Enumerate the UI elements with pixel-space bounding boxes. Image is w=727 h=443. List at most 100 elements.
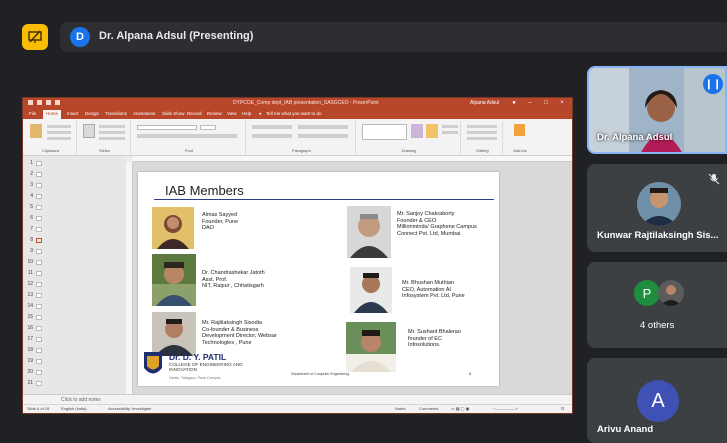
meeting-window: D Dr. Alpana Adsul (Presenting) DYPCOE_C…	[0, 0, 727, 443]
member-line: Founder & CEO	[397, 217, 437, 224]
participant-tile[interactable]: A Arivu Anand	[587, 358, 727, 443]
view-buttons[interactable]: ▭ ▦ ▢ ▣	[451, 406, 469, 411]
tab-transitions[interactable]: Transitions	[105, 111, 127, 116]
slide-thumbnail[interactable]	[36, 227, 42, 232]
fit-slide-icon[interactable]: ⊡	[561, 406, 564, 411]
new-slide-icon[interactable]	[83, 124, 95, 138]
align-text-button[interactable]	[298, 134, 348, 138]
slide-thumbnail[interactable]	[36, 260, 42, 265]
slide-thumbnail[interactable]	[36, 172, 42, 177]
user-avatar-icon[interactable]: ●	[510, 99, 518, 107]
list-buttons[interactable]	[252, 125, 292, 129]
slide-thumbnail[interactable]	[36, 271, 42, 276]
group-label-paragraph: Paragraph	[292, 148, 311, 153]
slide-thumbnail[interactable]	[36, 161, 42, 166]
add-ins-icon[interactable]	[514, 124, 525, 136]
slide-thumbnail[interactable]	[36, 183, 42, 188]
participant-avatar	[637, 182, 681, 226]
shape-outline-button[interactable]	[442, 131, 458, 134]
shape-fill-button[interactable]	[442, 125, 458, 128]
tab-animations[interactable]: Animations	[133, 111, 155, 116]
select-button[interactable]	[467, 137, 497, 140]
language-status[interactable]: English (India)	[61, 406, 87, 411]
layout-button[interactable]	[99, 125, 125, 128]
member-details: Almas Sayyed Founder, Pune DAO	[202, 212, 238, 232]
member-details: Mr. Sushant Bhalerao founder of EC Infos…	[408, 329, 461, 349]
font-size-field[interactable]	[200, 125, 216, 130]
notes-placeholder[interactable]: Click to add notes	[61, 397, 101, 403]
participant-tile-presenter[interactable]: Dr. Alpana Adsul ❙❙	[587, 66, 727, 154]
slide-thumbnail[interactable]	[36, 238, 42, 243]
tab-slide-show[interactable]: Slide Show	[162, 111, 185, 116]
close-icon[interactable]: ×	[558, 99, 566, 107]
maximize-icon[interactable]: □	[542, 99, 550, 107]
notes-pane[interactable]: Click to add notes	[23, 394, 572, 404]
ribbon-group-paragraph: Paragraph	[248, 121, 356, 154]
tab-insert[interactable]: Insert	[67, 111, 78, 116]
text-direction-button[interactable]	[298, 125, 348, 129]
slide-thumbnail[interactable]	[36, 282, 42, 287]
tab-record[interactable]: Record	[187, 111, 202, 116]
slide-thumbnail[interactable]	[36, 304, 42, 309]
slide-thumbnail[interactable]	[36, 381, 42, 386]
minimize-icon[interactable]: –	[526, 99, 534, 107]
thumbnail-number: 9	[30, 248, 33, 254]
accessibility-status[interactable]: Accessibility: Investigate	[108, 406, 151, 411]
cut-button[interactable]	[47, 125, 71, 128]
slide-editing-area[interactable]: IAB Members Almas Sayyed Founder, Pune D…	[133, 162, 572, 394]
slide-thumbnail[interactable]	[36, 359, 42, 364]
slide-thumbnail[interactable]	[36, 370, 42, 375]
replace-button[interactable]	[467, 131, 497, 134]
slide-counter: Slide 6 of 18	[27, 406, 50, 411]
font-name-field[interactable]	[137, 125, 197, 130]
lightbulb-icon: ♦	[259, 111, 262, 116]
ribbon-group-drawing: Drawing	[358, 121, 461, 154]
member-photo	[152, 207, 194, 249]
slide-thumbnail[interactable]	[36, 293, 42, 298]
font-formatting-buttons[interactable]	[137, 134, 237, 138]
participant-tile[interactable]: Kunwar Rajtilaksingh Sis...	[587, 164, 727, 252]
tab-design[interactable]: Design	[85, 111, 99, 116]
paste-icon[interactable]	[30, 124, 42, 138]
tab-view[interactable]: View	[227, 111, 237, 116]
comments-button[interactable]: Comments	[419, 406, 438, 411]
find-button[interactable]	[467, 125, 497, 128]
tab-help[interactable]: Help	[242, 111, 251, 116]
group-label-clipboard: Clipboard	[41, 148, 60, 153]
slide-thumbnail[interactable]	[36, 315, 42, 320]
notes-button[interactable]: Notes	[395, 406, 405, 411]
slide-thumbnail[interactable]	[36, 326, 42, 331]
alignment-buttons[interactable]	[252, 134, 292, 138]
slide-thumbnail[interactable]	[36, 337, 42, 342]
slide-thumbnail[interactable]	[36, 194, 42, 199]
slide-thumbnail[interactable]	[36, 249, 42, 254]
shapes-gallery[interactable]	[362, 124, 407, 140]
account-name[interactable]: Alpana Adsul	[470, 100, 499, 106]
participant-name: Dr. Alpana Adsul	[597, 132, 673, 143]
tab-review[interactable]: Review	[207, 111, 222, 116]
vertical-ruler	[126, 162, 133, 394]
college-name: Dr. D. Y. PATIL	[169, 352, 227, 362]
current-slide[interactable]: IAB Members Almas Sayyed Founder, Pune D…	[138, 172, 499, 386]
presenter-banner[interactable]: D Dr. Alpana Adsul (Presenting)	[60, 22, 727, 52]
format-painter-button[interactable]	[47, 137, 71, 140]
thumbnail-number: 6	[30, 215, 33, 221]
slide-thumbnail[interactable]	[36, 216, 42, 221]
presentation-icon[interactable]	[22, 24, 48, 50]
section-button[interactable]	[99, 137, 125, 140]
slide-title[interactable]: IAB Members	[165, 183, 244, 198]
copy-button[interactable]	[47, 131, 71, 134]
tab-file[interactable]: File	[29, 111, 36, 116]
participant-tile-others[interactable]: P 4 others	[587, 262, 727, 348]
slide-thumbnail[interactable]	[36, 205, 42, 210]
arrange-icon[interactable]	[411, 124, 423, 138]
slide-thumbnail-pane[interactable]: 1 2 3 4 5 6 7 8 9 10 11 12 13 14 15 16 17 18 19 20 21	[23, 156, 126, 394]
zoom-slider[interactable]: −—————+	[493, 406, 518, 411]
thumbnail-number: 17	[27, 336, 33, 342]
quick-access-toolbar[interactable]	[28, 100, 60, 105]
tab-home[interactable]: Home	[43, 110, 62, 119]
reset-button[interactable]	[99, 131, 125, 134]
slide-thumbnail[interactable]	[36, 348, 42, 353]
tell-me-search[interactable]: Tell me what you want to do	[266, 111, 322, 116]
quick-styles-icon[interactable]	[426, 124, 438, 138]
